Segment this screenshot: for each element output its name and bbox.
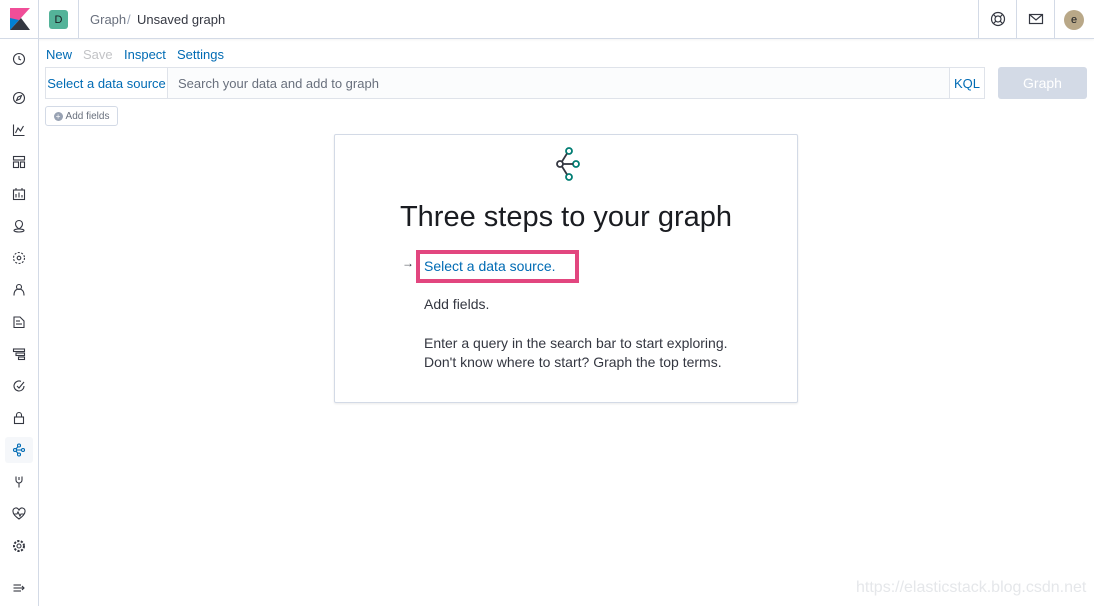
dashboard-icon xyxy=(12,155,26,169)
discover-icon xyxy=(12,91,26,105)
header-divider xyxy=(78,0,79,39)
add-fields-button[interactable]: + Add fields xyxy=(45,106,118,126)
query-language-button[interactable]: KQL xyxy=(949,68,984,98)
newsfeed-icon[interactable] xyxy=(1028,11,1044,27)
nav-collapse[interactable] xyxy=(5,575,33,601)
nav-dev-tools[interactable] xyxy=(5,469,33,495)
dev-tools-icon xyxy=(15,476,23,488)
siem-icon xyxy=(13,411,25,425)
collapse-icon xyxy=(13,584,25,592)
management-icon xyxy=(13,540,25,552)
nav-uptime[interactable] xyxy=(5,373,33,399)
side-nav xyxy=(0,39,39,606)
nav-recently-viewed[interactable] xyxy=(5,46,33,72)
header-divider xyxy=(1016,0,1017,39)
kibana-logo-icon[interactable] xyxy=(10,8,30,30)
nav-graph[interactable] xyxy=(5,437,33,463)
header-divider xyxy=(1054,0,1055,39)
visualize-icon xyxy=(12,124,25,137)
guidance-panel: Three steps to your graph → Select a dat… xyxy=(334,134,798,403)
maps-icon xyxy=(13,219,25,233)
ml-icon xyxy=(12,251,26,265)
arrow-right-icon: → xyxy=(402,256,414,270)
add-fields-label: Add fields xyxy=(65,110,110,122)
user-avatar[interactable]: e xyxy=(1064,10,1084,30)
help-icon[interactable] xyxy=(990,11,1006,27)
nav-siem[interactable] xyxy=(5,405,33,431)
breadcrumb-current: Unsaved graph xyxy=(137,12,226,27)
breadcrumb-separator: / xyxy=(127,12,131,27)
nav-machine-learning[interactable] xyxy=(5,245,33,271)
graph-icon xyxy=(12,443,26,457)
nav-logs[interactable] xyxy=(5,309,33,335)
menu-inspect[interactable]: Inspect xyxy=(124,47,166,62)
recently-viewed-icon xyxy=(12,52,26,66)
canvas-icon xyxy=(12,188,26,201)
top-header: D Graph / Unsaved graph e xyxy=(0,0,1094,39)
header-divider xyxy=(978,0,979,39)
header-divider xyxy=(38,0,39,39)
nav-infrastructure[interactable] xyxy=(5,277,33,303)
nav-maps[interactable] xyxy=(5,213,33,239)
nav-apm[interactable] xyxy=(5,341,33,367)
menu-new[interactable]: New xyxy=(46,47,72,62)
step-add-fields: Add fields. xyxy=(424,296,490,312)
apm-icon xyxy=(12,348,26,361)
nav-canvas[interactable] xyxy=(5,181,33,207)
guidance-title: Three steps to your graph xyxy=(399,201,733,233)
step-select-data-source-link[interactable]: Select a data source. xyxy=(424,258,556,274)
monitoring-icon xyxy=(12,507,26,520)
menu-save[interactable]: Save xyxy=(83,47,113,62)
graph-app-icon xyxy=(556,147,580,181)
uptime-icon xyxy=(13,380,25,392)
infrastructure-icon xyxy=(13,283,25,296)
logs-icon xyxy=(13,316,25,329)
nav-visualize[interactable] xyxy=(5,117,33,143)
plus-icon: + xyxy=(53,111,63,121)
nav-discover[interactable] xyxy=(5,85,33,111)
query-bar: Select a data source KQL xyxy=(45,67,985,99)
nav-management[interactable] xyxy=(5,533,33,559)
nav-dashboard[interactable] xyxy=(5,149,33,175)
space-avatar[interactable]: D xyxy=(49,10,68,29)
breadcrumb-graph[interactable]: Graph xyxy=(90,12,126,27)
step-enter-query: Enter a query in the search bar to start… xyxy=(424,335,728,351)
graph-submit-button[interactable]: Graph xyxy=(998,67,1087,99)
select-data-source-button[interactable]: Select a data source xyxy=(46,68,168,98)
search-input[interactable] xyxy=(168,68,949,98)
menu-settings[interactable]: Settings xyxy=(177,47,224,62)
watermark: https://elasticstack.blog.csdn.net xyxy=(856,579,1087,596)
nav-monitoring[interactable] xyxy=(5,501,33,527)
step-graph-top-terms[interactable]: Don't know where to start? Graph the top… xyxy=(424,354,722,370)
